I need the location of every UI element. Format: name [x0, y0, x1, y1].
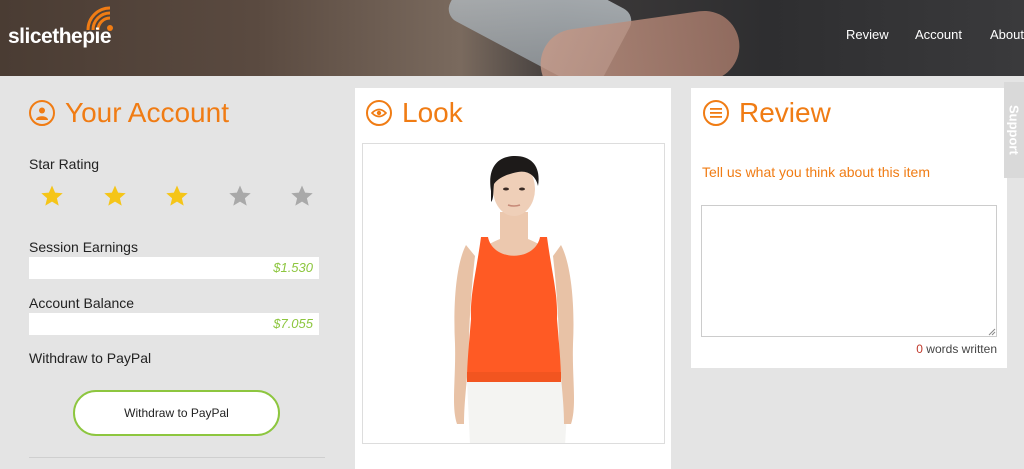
product-image	[362, 143, 665, 444]
list-icon	[703, 100, 729, 126]
account-balance-value: $7.055	[29, 313, 319, 335]
resize-grip-icon[interactable]	[988, 328, 996, 336]
star-icon[interactable]	[228, 184, 252, 208]
account-title: Your Account	[65, 97, 229, 128]
support-tab[interactable]: Support	[1004, 82, 1024, 178]
star-icon[interactable]	[165, 184, 189, 208]
look-heading: Look	[366, 97, 463, 129]
star-icon[interactable]	[290, 184, 314, 208]
word-count-label: words written	[922, 342, 997, 356]
review-title: Review	[739, 97, 831, 128]
word-count-number: 0	[916, 342, 923, 356]
withdraw-paypal-button[interactable]: Withdraw to PayPal	[73, 390, 280, 436]
account-balance-label: Account Balance	[29, 295, 135, 311]
review-prompt: Tell us what you think about this item	[702, 164, 931, 180]
nav-review[interactable]: Review	[846, 27, 889, 42]
nav-account[interactable]: Account	[915, 27, 962, 42]
eye-icon	[366, 100, 392, 126]
nav-about[interactable]: About	[990, 27, 1024, 42]
review-heading: Review	[703, 97, 831, 129]
look-title: Look	[402, 97, 463, 128]
divider	[29, 457, 325, 458]
review-textarea[interactable]	[701, 205, 997, 337]
star-icon[interactable]	[40, 184, 64, 208]
session-earnings-label: Session Earnings	[29, 239, 138, 255]
account-heading: Your Account	[29, 97, 229, 129]
star-rating[interactable]	[40, 184, 353, 208]
star-icon[interactable]	[103, 184, 127, 208]
word-count: 0 words written	[880, 342, 997, 356]
user-icon	[29, 100, 55, 126]
product-model-illustration	[453, 156, 575, 443]
withdraw-label: Withdraw to PayPal	[29, 350, 152, 366]
logo[interactable]: slicethepie	[8, 25, 112, 49]
session-earnings-value: $1.530	[29, 257, 319, 279]
star-rating-label: Star Rating	[29, 156, 100, 172]
header-banner: slicethepie Review Account About	[0, 0, 1024, 76]
